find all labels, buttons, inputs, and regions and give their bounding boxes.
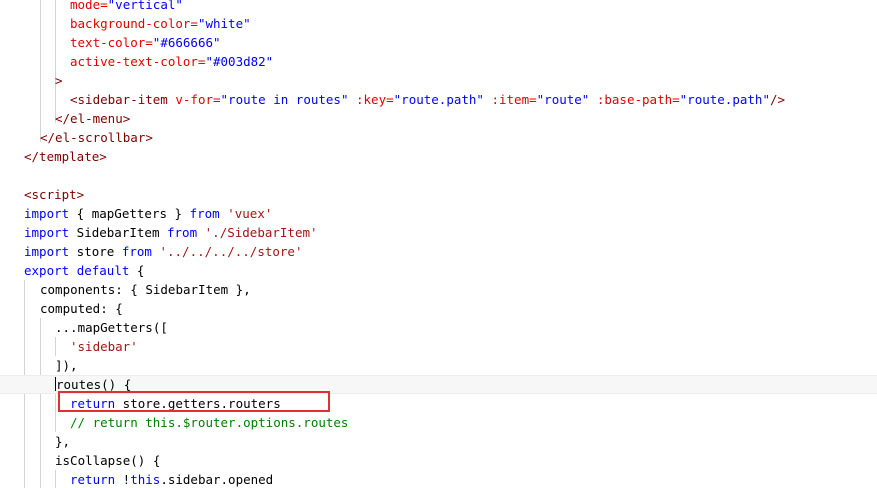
- code-line[interactable]: <script>: [0, 185, 877, 204]
- code-line[interactable]: </el-scrollbar>: [0, 128, 877, 147]
- code-token: from: [189, 206, 220, 221]
- code-token: "route.path": [393, 92, 484, 107]
- code-token: import: [24, 244, 70, 259]
- code-line[interactable]: return !this.sidebar.opened: [0, 470, 877, 488]
- code-token: .sidebar.opened: [160, 472, 274, 487]
- code-token: "route.path": [679, 92, 770, 107]
- code-token: </el-menu>: [55, 111, 131, 126]
- code-token: // return this.$router.options.routes: [70, 415, 349, 430]
- code-line[interactable]: text-color="#666666": [0, 33, 877, 52]
- code-line[interactable]: isCollapse() {: [0, 451, 877, 470]
- code-line[interactable]: // return this.$router.options.routes: [0, 413, 877, 432]
- code-line[interactable]: mode="vertical": [0, 0, 877, 14]
- code-line[interactable]: background-color="white": [0, 14, 877, 33]
- code-token: text-color=: [70, 35, 153, 50]
- code-editor[interactable]: mode="vertical" background-color="white" t…: [0, 0, 877, 488]
- code-token: active-text-color=: [70, 54, 206, 69]
- code-line[interactable]: import store from '../../../../store': [0, 242, 877, 261]
- code-token: ...mapGetters([: [55, 320, 168, 335]
- code-token: { mapGetters }: [69, 206, 190, 221]
- code-token: :key=: [356, 92, 394, 107]
- code-token: />: [769, 92, 786, 107]
- code-token: "#666666": [152, 35, 221, 50]
- code-token: isCollapse() {: [55, 453, 161, 468]
- code-token: this: [130, 472, 161, 487]
- code-line[interactable]: computed: {: [0, 299, 877, 318]
- code-line[interactable]: ...mapGetters([: [0, 318, 877, 337]
- code-line[interactable]: ]),: [0, 356, 877, 375]
- code-token: {: [129, 263, 145, 278]
- code-token: './SidebarItem': [204, 225, 318, 240]
- code-line[interactable]: import SidebarItem from './SidebarItem': [0, 223, 877, 242]
- code-line[interactable]: },: [0, 432, 877, 451]
- code-token: :base-path=: [596, 92, 680, 107]
- code-line[interactable]: 'sidebar': [0, 337, 877, 356]
- code-line[interactable]: return store.getters.routers: [0, 394, 877, 413]
- code-token: return: [70, 472, 116, 487]
- code-token: "route in routes": [220, 92, 349, 107]
- code-token: components: { SidebarItem },: [40, 282, 251, 297]
- code-token: import: [24, 225, 70, 240]
- code-line[interactable]: >: [0, 71, 877, 90]
- code-token: 'sidebar': [70, 339, 138, 354]
- code-token: 'vuex': [227, 206, 273, 221]
- code-line[interactable]: </el-menu>: [0, 109, 877, 128]
- code-token: },: [55, 434, 71, 449]
- code-token: <sidebar-item: [70, 92, 168, 107]
- code-token: "route": [536, 92, 590, 107]
- code-token: store: [69, 244, 122, 259]
- code-line[interactable]: active-text-color="#003d82": [0, 52, 877, 71]
- code-token: "vertical": [107, 0, 183, 12]
- code-token: SidebarItem: [69, 225, 167, 240]
- code-line[interactable]: [0, 166, 877, 185]
- code-token: "white": [197, 16, 251, 31]
- code-token: </template>: [24, 149, 107, 164]
- code-line[interactable]: components: { SidebarItem },: [0, 280, 877, 299]
- code-token: store.getters.routers: [115, 396, 281, 411]
- code-line[interactable]: import { mapGetters } from 'vuex': [0, 204, 877, 223]
- code-line[interactable]: routes() {: [0, 375, 877, 394]
- code-token: '../../../../store': [159, 244, 303, 259]
- code-token: routes() {: [56, 377, 132, 392]
- code-token: !: [115, 472, 131, 487]
- code-token: ]),: [55, 358, 78, 373]
- code-token: >: [55, 73, 63, 88]
- code-token: export: [24, 263, 70, 278]
- code-token: computed: {: [40, 301, 123, 316]
- code-token: <script>: [24, 187, 85, 202]
- code-line[interactable]: export default {: [0, 261, 877, 280]
- code-token: from: [121, 244, 152, 259]
- code-token: :item=: [491, 92, 537, 107]
- code-token: "#003d82": [205, 54, 274, 69]
- code-token: import: [24, 206, 70, 221]
- code-token: from: [167, 225, 198, 240]
- code-line[interactable]: </template>: [0, 147, 877, 166]
- code-token: </el-scrollbar>: [40, 130, 153, 145]
- code-token: return: [70, 396, 116, 411]
- code-token: v-for=: [175, 92, 221, 107]
- code-token: default: [76, 263, 130, 278]
- code-token: background-color=: [70, 16, 198, 31]
- code-line[interactable]: <sidebar-item v-for="route in routes" :k…: [0, 90, 877, 109]
- code-token: mode=: [70, 0, 108, 12]
